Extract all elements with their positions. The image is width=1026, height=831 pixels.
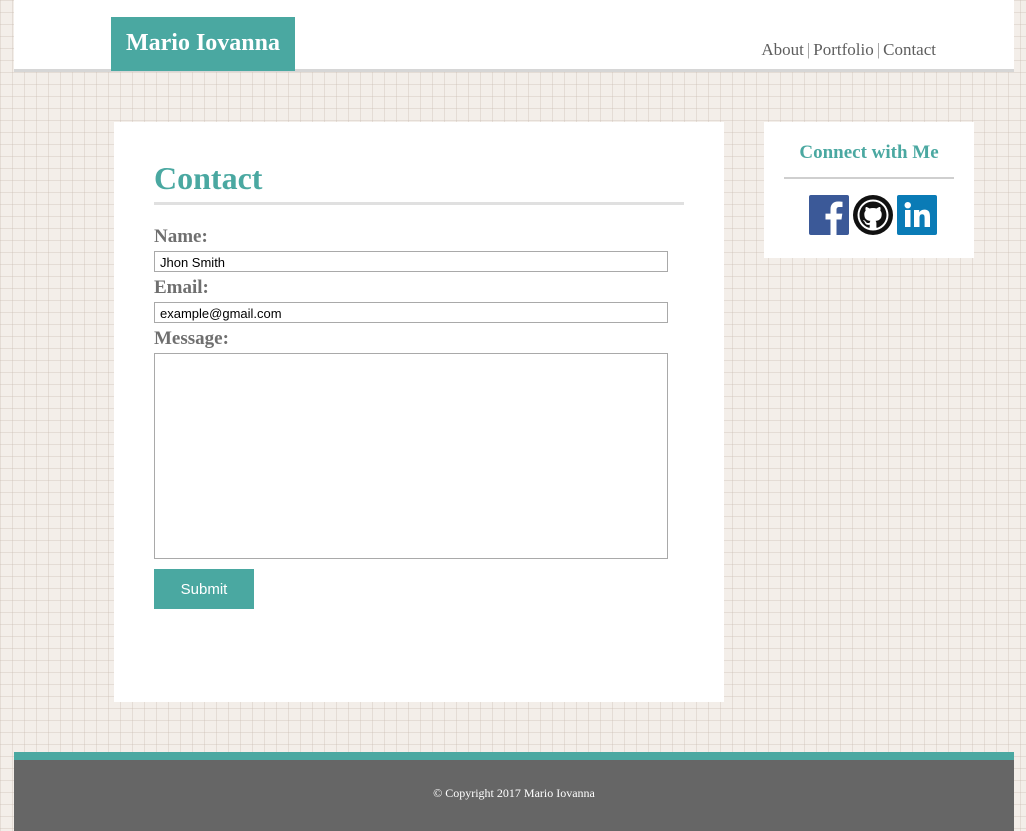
social-links	[809, 195, 939, 235]
name-field[interactable]	[154, 251, 668, 272]
nav-link-portfolio[interactable]: Portfolio	[813, 40, 873, 59]
name-label: Name:	[154, 226, 208, 247]
title-divider	[154, 202, 684, 205]
site-footer: © Copyright 2017 Mario Iovanna	[14, 752, 1014, 831]
site-logo[interactable]: Mario Iovanna	[111, 17, 295, 71]
email-field[interactable]	[154, 302, 668, 323]
sidebar-title: Connect with Me	[799, 142, 939, 163]
site-header: Mario Iovanna About | Portfolio | Contact	[14, 0, 1014, 72]
linkedin-icon[interactable]	[897, 195, 937, 235]
email-label: Email:	[154, 277, 209, 298]
copyright-text: © Copyright 2017 Mario Iovanna	[433, 786, 595, 800]
nav-separator: |	[806, 40, 811, 59]
message-field[interactable]	[154, 353, 668, 559]
nav-link-contact[interactable]: Contact	[883, 40, 936, 59]
nav-link-about[interactable]: About	[761, 40, 804, 59]
connect-sidebar: Connect with Me	[764, 122, 974, 258]
main-nav: About | Portfolio | Contact	[761, 40, 936, 60]
github-icon[interactable]	[853, 195, 893, 235]
nav-separator: |	[876, 40, 881, 59]
message-label: Message:	[154, 328, 229, 349]
facebook-icon[interactable]	[809, 195, 849, 235]
submit-button[interactable]: Submit	[154, 569, 254, 609]
sidebar-divider	[784, 177, 954, 179]
page-title: Contact	[154, 160, 263, 196]
contact-card: Contact Name: Email: Message: Submit	[114, 122, 724, 702]
